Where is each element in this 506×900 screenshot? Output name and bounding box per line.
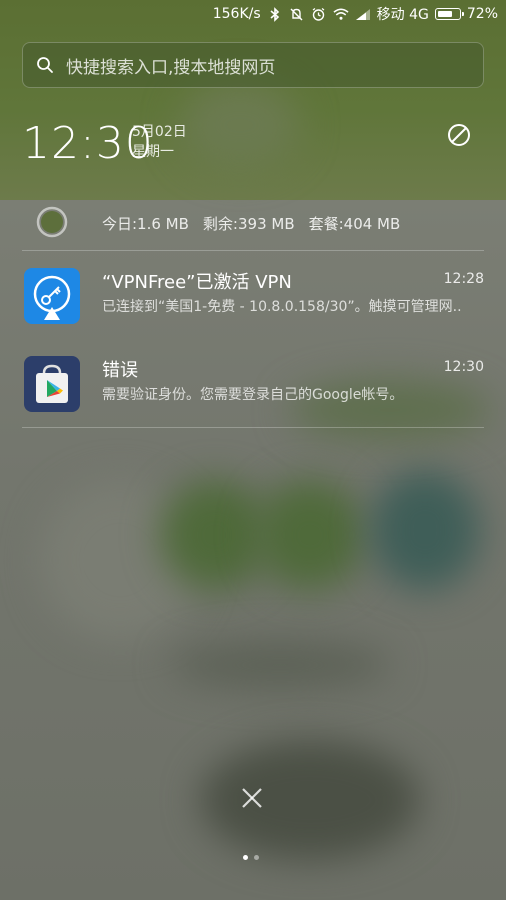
page-dot [254, 855, 259, 860]
wifi-icon [333, 6, 349, 22]
notification-body: 需要验证身份。您需要登录自己的Google帐号。 [102, 387, 404, 403]
network-speed: 156K/s [212, 6, 261, 22]
data-today: 今日:1.6 MB [102, 215, 189, 233]
data-usage-ring-icon [36, 206, 68, 238]
battery-icon [434, 8, 464, 20]
signal-icon [355, 6, 371, 22]
mute-bell-icon [289, 6, 305, 22]
date-label: 5月02日 [132, 124, 187, 140]
bluetooth-icon [267, 6, 283, 22]
alarm-icon [311, 6, 327, 22]
data-plan: 套餐:404 MB [308, 215, 401, 233]
page-dot [243, 855, 248, 860]
search-icon [37, 57, 53, 73]
battery-percent: 72% [466, 6, 498, 22]
do-not-disturb-icon[interactable] [446, 122, 472, 148]
notification-vpn[interactable]: “VPNFree”已激活 VPN 12:28 已连接到“美国1-免费 - 10.… [0, 268, 506, 338]
search-placeholder: 快捷搜索入口,搜本地搜网页 [66, 57, 276, 78]
google-play-store-icon [24, 356, 80, 412]
vpn-key-icon [24, 268, 80, 324]
carrier-label: 移动 4G [376, 7, 429, 23]
date-block: 5月02日 星期一 [132, 122, 187, 162]
notification-title: “VPNFree”已激活 VPN [102, 272, 292, 293]
status-bar: 156K/s 移动 4G 72% [0, 0, 506, 28]
divider [22, 427, 484, 428]
divider [22, 250, 484, 251]
notification-title: 错误 [102, 360, 138, 381]
notification-time: 12:30 [443, 359, 484, 375]
notification-error[interactable]: 错误 12:30 需要验证身份。您需要登录自己的Google帐号。 [0, 356, 506, 426]
data-usage-row[interactable]: 今日:1.6 MB 剩余:393 MB 套餐:404 MB [0, 198, 506, 248]
page-indicator [243, 855, 259, 860]
clear-all-close-icon[interactable] [234, 780, 270, 816]
quick-search-bar[interactable]: 快捷搜索入口,搜本地搜网页 [22, 42, 484, 88]
notification-body: 已连接到“美国1-免费 - 10.8.0.158/30”。触摸可管理网.. [102, 299, 462, 315]
weekday-label: 星期一 [132, 144, 174, 160]
data-usage-text: 今日:1.6 MB 剩余:393 MB 套餐:404 MB [102, 213, 400, 234]
notification-time: 12:28 [443, 271, 484, 287]
data-remaining: 剩余:393 MB [202, 215, 295, 233]
